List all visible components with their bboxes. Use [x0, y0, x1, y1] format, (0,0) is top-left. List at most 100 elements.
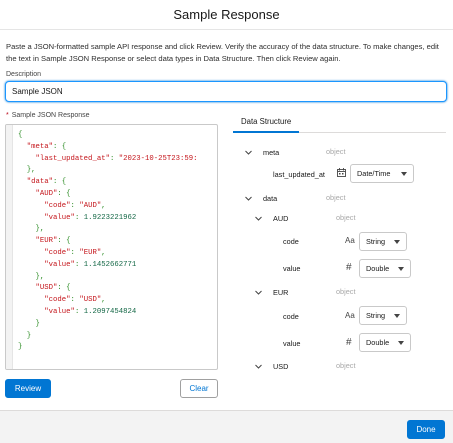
calendar-icon: [337, 168, 346, 179]
code-token: ,: [101, 248, 106, 257]
tab-data-structure[interactable]: Data Structure: [233, 112, 300, 133]
code-line: "value": 1.2097454824: [18, 307, 198, 319]
caret-down-icon: [394, 240, 400, 244]
data-structure-tabbar: Data Structure: [233, 112, 446, 133]
code-line: "meta": {: [18, 142, 198, 154]
chevron-down-icon[interactable]: [255, 289, 262, 296]
caret-down-icon: [401, 172, 407, 176]
code-line: }: [18, 331, 198, 343]
json-response-label-text: Sample JSON Response: [11, 112, 90, 119]
clear-button[interactable]: Clear: [180, 379, 218, 398]
code-token: :: [70, 201, 80, 210]
type-select-eur-value[interactable]: Double: [359, 333, 411, 352]
code-token: ,: [101, 296, 106, 305]
code-token: :: [74, 213, 84, 222]
field-name: last_updated_at: [273, 170, 325, 179]
code-line: "USD": {: [18, 283, 198, 295]
description-label: Description: [6, 71, 42, 78]
code-token: "value": [18, 260, 75, 269]
caret-down-icon: [394, 314, 400, 318]
modal-footer: [0, 410, 453, 443]
chevron-down-icon[interactable]: [245, 195, 252, 202]
code-line: "code": "AUD",: [18, 201, 198, 213]
code-token: ,: [101, 201, 106, 210]
description-input[interactable]: [5, 81, 447, 102]
text-type-icon: Aa: [345, 311, 355, 320]
code-line: "AUD": {: [18, 189, 198, 201]
tree-node-type: object: [326, 147, 346, 156]
code-line: "code": "USD",: [18, 295, 198, 307]
code-token: : {: [53, 142, 67, 151]
field-name: code: [283, 237, 299, 246]
type-select-value: String: [366, 237, 386, 246]
number-type-icon: #: [346, 337, 352, 348]
code-token: "data": [18, 178, 54, 187]
code-line: "last_updated_at": "2023-10-25T23:59:: [18, 154, 198, 166]
code-token: }: [18, 343, 23, 352]
code-token: "code": [18, 248, 71, 257]
code-token: "value": [18, 307, 75, 316]
review-button[interactable]: Review: [5, 379, 51, 398]
code-token: },: [18, 166, 36, 175]
code-token: : {: [57, 284, 71, 293]
type-select-aud-code[interactable]: String: [359, 232, 407, 251]
json-code[interactable]: { "meta": { "last_updated_at": "2023-10-…: [18, 130, 198, 354]
code-token: "last_updated_at": [18, 154, 110, 163]
code-line: "value": 1.1452662771: [18, 260, 198, 272]
editor-gutter: [6, 125, 13, 369]
code-token: : {: [57, 237, 71, 246]
code-token: : {: [57, 189, 71, 198]
code-token: :: [109, 154, 119, 163]
code-token: :: [74, 260, 84, 269]
code-token: "2023-10-25T23:59:: [118, 154, 198, 163]
code-line: {: [18, 130, 198, 142]
done-button[interactable]: Done: [407, 420, 445, 439]
code-token: :: [70, 248, 80, 257]
tree-node-type: object: [336, 287, 356, 296]
chevron-down-icon[interactable]: [255, 215, 262, 222]
code-token: 1.2097454824: [83, 307, 137, 316]
tree-node-type: object: [336, 213, 356, 222]
type-select-value: Double: [366, 338, 390, 347]
tree-row-meta[interactable]: meta: [245, 144, 279, 160]
chevron-down-icon[interactable]: [255, 363, 262, 370]
tree-row-aud[interactable]: AUD: [255, 210, 288, 226]
code-token: 1.9223221962: [83, 213, 137, 222]
tree-node-name: meta: [263, 147, 280, 157]
code-token: "EUR": [18, 237, 58, 246]
number-type-icon: #: [346, 262, 352, 273]
caret-down-icon: [398, 267, 404, 271]
code-token: },: [18, 272, 45, 281]
tree-node-type: object: [326, 193, 346, 202]
modal-header: Sample Response: [0, 0, 453, 30]
code-line: },: [18, 272, 198, 284]
code-line: "data": {: [18, 177, 198, 189]
json-response-editor[interactable]: { "meta": { "last_updated_at": "2023-10-…: [5, 124, 218, 370]
tree-node-name: USD: [273, 361, 289, 371]
code-token: }: [18, 319, 40, 328]
required-marker: *: [6, 112, 9, 119]
tree-row-data[interactable]: data: [245, 190, 277, 206]
chevron-down-icon[interactable]: [245, 149, 252, 156]
code-line: "EUR": {: [18, 236, 198, 248]
type-select-value: String: [366, 311, 386, 320]
type-select-eur-code[interactable]: String: [359, 306, 407, 325]
json-response-label: * Sample JSON Response: [6, 112, 90, 119]
type-select-aud-value[interactable]: Double: [359, 259, 411, 278]
tree-row-eur[interactable]: EUR: [255, 284, 288, 300]
tree-node-name: AUD: [273, 213, 289, 223]
tree-node-name: data: [263, 193, 278, 203]
type-select-value: Date/Time: [357, 169, 391, 178]
code-token: "meta": [18, 142, 54, 151]
tree-node-type: object: [336, 361, 356, 370]
field-name: value: [283, 264, 301, 273]
code-token: :: [70, 296, 80, 305]
tree-row-usd[interactable]: USD: [255, 358, 288, 374]
field-name: code: [283, 312, 299, 321]
code-token: "USD": [18, 284, 58, 293]
code-token: : {: [53, 178, 67, 187]
caret-down-icon: [398, 341, 404, 345]
instructions-text: Paste a JSON-formatted sample API respon…: [6, 42, 439, 63]
type-select-last-updated-at[interactable]: Date/Time: [350, 164, 414, 183]
code-line: "code": "EUR",: [18, 248, 198, 260]
